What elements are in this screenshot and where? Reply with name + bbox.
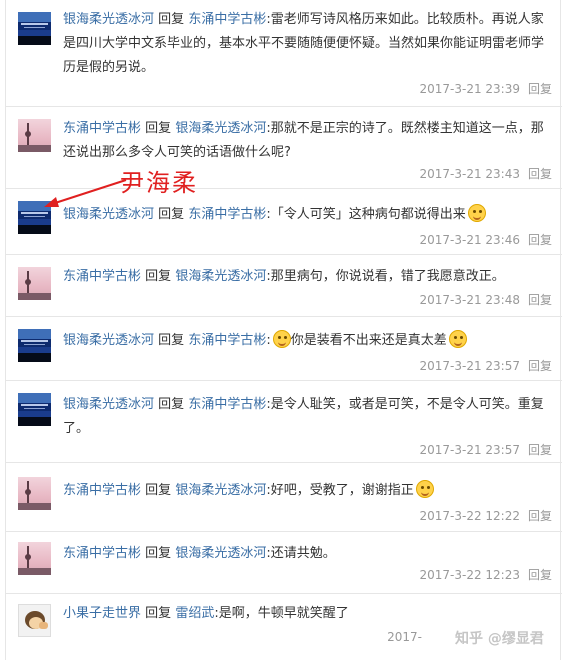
reply-button[interactable]: 回复: [528, 509, 552, 523]
comment-author-link[interactable]: 东涌中学古彬: [63, 483, 141, 498]
reply-target-link[interactable]: 雷绍武: [175, 606, 214, 621]
avatar[interactable]: [18, 329, 51, 362]
laugh-emoji-icon: [448, 330, 467, 348]
comment-timestamp: 2017-3-21 23:57: [419, 359, 520, 373]
annotation-label: 尹海柔: [120, 169, 198, 197]
reply-target-link[interactable]: 银海柔光透冰河: [175, 121, 266, 136]
reply-button[interactable]: 回复: [528, 443, 552, 457]
comment-text-prefix: :: [266, 333, 271, 348]
comment-author-link[interactable]: 东涌中学古彬: [63, 546, 141, 561]
comment-timestamp: 2017-3-22 12:22: [419, 509, 520, 523]
comment-body: 银海柔光透冰河 回复 东涌中学古彬:是令人耻笑，或者是可笑，不是令人可笑。重复了…: [63, 393, 553, 441]
comment-author-link[interactable]: 小果子走世界: [63, 606, 141, 621]
comment-timestamp: 2017-: [387, 630, 422, 644]
avatar[interactable]: [18, 119, 51, 152]
reply-verb: 回复: [145, 483, 172, 498]
comment-item: 小果子走世界 回复 雷绍武:是啊，牛顿早就笑醒了 2017-: [6, 594, 562, 660]
reply-verb: 回复: [145, 121, 172, 136]
comment-body: 银海柔光透冰河 回复 东涌中学古彬:「令人可笑」这种病句都说得出来: [63, 203, 553, 227]
bow-emoji-icon: [415, 480, 434, 498]
comment-text: :好吧，受教了，谢谢指正: [266, 483, 414, 498]
grin-emoji-icon: [272, 330, 291, 348]
reply-target-link[interactable]: 东涌中学古彬: [188, 207, 266, 222]
reply-verb: 回复: [158, 12, 185, 27]
avatar[interactable]: [18, 393, 51, 426]
comment-meta: 2017-3-21 23:43 回复: [419, 165, 552, 182]
comment-body: 银海柔光透冰河 回复 东涌中学古彬:雷老师写诗风格历来如此。比较质朴。再说人家是…: [63, 8, 553, 80]
reply-button[interactable]: 回复: [528, 233, 552, 247]
comment-text: :「令人可笑」这种病句都说得出来: [266, 207, 466, 222]
comment-author-link[interactable]: 东涌中学古彬: [63, 121, 141, 136]
avatar[interactable]: [18, 542, 51, 575]
comment-timestamp: 2017-3-21 23:48: [419, 293, 520, 307]
reply-button[interactable]: 回复: [528, 293, 552, 307]
avatar[interactable]: [18, 12, 51, 45]
comment-item: 银海柔光透冰河 回复 东涌中学古彬: 你是装看不出来还是真太差 2017-3-21…: [6, 317, 562, 381]
comment-item: 银海柔光透冰河 回复 东涌中学古彬:是令人耻笑，或者是可笑，不是令人可笑。重复了…: [6, 381, 562, 463]
comment-meta: 2017-3-21 23:39 回复: [419, 80, 552, 97]
watermark: 知乎 @缪显君: [455, 631, 544, 647]
comment-author-link[interactable]: 银海柔光透冰河: [63, 12, 154, 27]
comment-body: 小果子走世界 回复 雷绍武:是啊，牛顿早就笑醒了: [63, 602, 553, 626]
comment-timestamp: 2017-3-21 23:39: [419, 82, 520, 96]
avatar[interactable]: [18, 604, 51, 637]
reply-target-link[interactable]: 银海柔光透冰河: [175, 546, 266, 561]
comment-item: 银海柔光透冰河 回复 东涌中学古彬:雷老师写诗风格历来如此。比较质朴。再说人家是…: [6, 0, 562, 107]
reply-button[interactable]: 回复: [528, 568, 552, 582]
comment-body: 东涌中学古彬 回复 银海柔光透冰河:还请共勉。: [63, 542, 553, 566]
comment-meta: 2017-3-21 23:48 回复: [419, 291, 552, 308]
comment-item: 东涌中学古彬 回复 银海柔光透冰河:好吧，受教了，谢谢指正 2017-3-22 …: [6, 463, 562, 532]
reply-verb: 回复: [145, 546, 172, 561]
reply-button[interactable]: 回复: [528, 167, 552, 181]
reply-verb: 回复: [158, 207, 185, 222]
comment-body: 东涌中学古彬 回复 银海柔光透冰河:那就不是正宗的诗了。既然楼主知道这一点，那还…: [63, 117, 553, 165]
reply-target-link[interactable]: 东涌中学古彬: [188, 397, 266, 412]
reply-target-link[interactable]: 银海柔光透冰河: [175, 483, 266, 498]
reply-button[interactable]: 回复: [528, 82, 552, 96]
reply-verb: 回复: [158, 333, 185, 348]
comment-author-link[interactable]: 银海柔光透冰河: [63, 333, 154, 348]
comment-meta: 2017-3-22 12:22 回复: [419, 507, 552, 524]
comment-text: :还请共勉。: [266, 546, 336, 561]
comment-meta: 2017-3-21 23:57 回复: [419, 357, 552, 374]
comment-text: :是啊，牛顿早就笑醒了: [214, 606, 349, 621]
comment-timestamp: 2017-3-21 23:57: [419, 443, 520, 457]
comment-author-link[interactable]: 银海柔光透冰河: [63, 397, 154, 412]
comment-timestamp: 2017-3-22 12:23: [419, 568, 520, 582]
comment-item: 东涌中学古彬 回复 银海柔光透冰河:还请共勉。 2017-3-22 12:23 回…: [6, 532, 562, 594]
comment-timestamp: 2017-3-21 23:46: [419, 233, 520, 247]
reply-target-link[interactable]: 东涌中学古彬: [188, 333, 266, 348]
reply-target-link[interactable]: 银海柔光透冰河: [175, 269, 266, 284]
reply-verb: 回复: [145, 606, 172, 621]
reply-verb: 回复: [145, 269, 172, 284]
reply-target-link[interactable]: 东涌中学古彬: [188, 12, 266, 27]
avatar[interactable]: [18, 267, 51, 300]
comment-body: 东涌中学古彬 回复 银海柔光透冰河:好吧，受教了，谢谢指正: [63, 479, 553, 503]
comment-meta: 2017-3-22 12:23 回复: [419, 566, 552, 583]
comment-meta: 2017-3-21 23:57 回复: [419, 441, 552, 458]
comment-thread: 银海柔光透冰河 回复 东涌中学古彬:雷老师写诗风格历来如此。比较质朴。再说人家是…: [5, 0, 562, 660]
comment-meta: 2017-: [387, 630, 422, 644]
comment-text: 你是装看不出来还是真太差: [290, 333, 447, 348]
comment-item: 东涌中学古彬 回复 银海柔光透冰河:那里病句，你说说看，错了我愿意改正。 201…: [6, 255, 562, 317]
reply-button[interactable]: 回复: [528, 359, 552, 373]
reply-verb: 回复: [158, 397, 185, 412]
comment-body: 银海柔光透冰河 回复 东涌中学古彬: 你是装看不出来还是真太差: [63, 329, 553, 353]
comment-author-link[interactable]: 东涌中学古彬: [63, 269, 141, 284]
smile-emoji-icon: [467, 204, 486, 222]
comment-meta: 2017-3-21 23:46 回复: [419, 231, 552, 248]
annotation-arrow-icon: [44, 179, 127, 207]
comment-text: :那里病句，你说说看，错了我愿意改正。: [266, 269, 505, 284]
avatar[interactable]: [18, 477, 51, 510]
comment-body: 东涌中学古彬 回复 银海柔光透冰河:那里病句，你说说看，错了我愿意改正。: [63, 265, 553, 289]
comment-timestamp: 2017-3-21 23:43: [419, 167, 520, 181]
